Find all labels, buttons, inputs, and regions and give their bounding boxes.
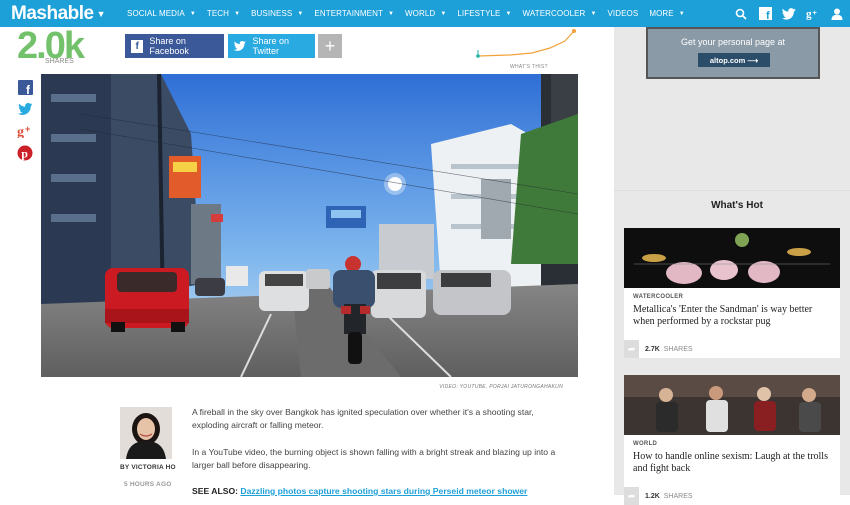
chevron-down-icon: ▼ (678, 10, 685, 17)
nav-item-label: SOCIAL MEDIA (127, 9, 185, 18)
nav-right-icons: f g + (724, 0, 844, 27)
svg-text:+: + (25, 124, 30, 134)
chevron-down-icon: ▼ (189, 10, 196, 17)
hot-card-title[interactable]: How to handle online sexism: Laugh at th… (633, 451, 832, 475)
logo-text: Mashable (11, 2, 94, 24)
whats-hot-heading: What's Hot (711, 200, 763, 211)
share-count-label: SHARES (45, 58, 74, 65)
svg-text:g: g (17, 125, 24, 138)
share-velocity-graph (476, 29, 576, 58)
twitter-icon[interactable] (14, 98, 36, 120)
nav-item-label: WATERCOOLER (522, 9, 586, 18)
nav-item-videos[interactable]: VIDEOS (607, 9, 638, 18)
chevron-down-icon: ▼ (387, 10, 395, 17)
side-share-bar: f g + p (14, 76, 36, 164)
nav-item-world[interactable]: WORLD ▼ (405, 9, 446, 18)
svg-text:f: f (766, 10, 770, 20)
svg-text:g: g (806, 9, 812, 20)
facebook-icon[interactable]: f (14, 76, 36, 98)
facebook-icon[interactable]: f (758, 7, 772, 21)
facebook-icon: f (131, 39, 144, 53)
hot-card-image[interactable] (624, 228, 840, 288)
nav-item-label: TECH (206, 9, 230, 18)
search-icon[interactable] (734, 7, 748, 21)
hot-card-1[interactable]: WATERCOOLER Metallica's 'Enter the Sandm… (624, 228, 840, 358)
chevron-down-icon: ▼ (234, 10, 241, 17)
share-more-button[interactable]: + (318, 34, 342, 58)
chevron-down-icon: ▼ (297, 10, 304, 17)
twitter-icon (234, 40, 247, 53)
share-count-label: SHARES (663, 492, 693, 500)
chevron-down-icon: ▼ (440, 10, 447, 17)
whats-this-link[interactable]: WHAT'S THIS? (510, 64, 548, 70)
author-byline[interactable]: BY VICTORIA HO (120, 464, 176, 471)
google-plus-icon[interactable]: g + (14, 120, 36, 142)
google-plus-icon[interactable]: g + (806, 7, 820, 21)
author-avatar[interactable] (120, 407, 172, 459)
pinterest-icon[interactable]: p (14, 142, 36, 164)
video-frame (41, 74, 578, 377)
share-arrow-icon[interactable]: ➦ (624, 340, 639, 358)
nav-item-lifestyle[interactable]: LIFESTYLE ▼ (457, 9, 511, 18)
nav-item-social-media[interactable]: SOCIAL MEDIA ▼ (127, 9, 196, 18)
nav-item-label: WORLD (405, 9, 436, 18)
user-icon[interactable] (830, 7, 844, 21)
share-twitter-button[interactable]: Share on Twitter (228, 34, 315, 58)
share-facebook-label: Share on Facebook (149, 36, 189, 56)
chevron-down-icon: ▼ (505, 10, 512, 17)
hot-card-category[interactable]: WORLD (633, 441, 840, 447)
nav-item-watercooler[interactable]: WATERCOOLER ▼ (523, 9, 597, 18)
nav-menu: SOCIAL MEDIA ▼ TECH ▼ BUSINESS ▼ ENTERTAINMENT… (127, 9, 696, 18)
svg-text:p: p (21, 147, 28, 161)
nav-item-label: ENTERTAINMENT (314, 9, 383, 18)
mashable-logo[interactable]: Mashable ▼ (11, 2, 106, 25)
share-facebook-button[interactable]: f Share on Facebook (125, 34, 224, 58)
nav-item-entertainment[interactable]: ENTERTAINMENT ▼ (314, 9, 394, 18)
svg-text:+: + (813, 8, 818, 17)
ad-text: Get your personal page at (680, 37, 786, 47)
nav-item-label: MORE (649, 9, 674, 18)
nav-item-business[interactable]: BUSINESS ▼ (251, 9, 303, 18)
nav-item-tech[interactable]: TECH ▼ (207, 9, 240, 18)
sidebar-divider (614, 190, 850, 191)
video-player[interactable] (41, 74, 578, 377)
video-caption: VIDEO: YOUTUBE, PORJAI JATURONGAHAKUN (439, 384, 563, 390)
nav-item-more[interactable]: MORE ▼ (649, 9, 684, 18)
twitter-icon[interactable] (782, 7, 796, 21)
article-paragraph-1: A fireball in the sky over Bangkok has i… (192, 407, 534, 430)
hot-card-image[interactable] (624, 375, 840, 435)
advertisement-banner[interactable]: Get your personal page at altop.com ⟶ (646, 27, 820, 79)
top-nav: Mashable ▼ SOCIAL MEDIA ▼ TECH ▼ BUSINESS ▼ EN… (0, 0, 850, 27)
chevron-down-icon: ▼ (590, 10, 597, 17)
nav-item-label: LIFESTYLE (457, 9, 501, 18)
hot-card-shares: 1.2K SHARES (645, 493, 693, 500)
hot-card-2[interactable]: WORLD How to handle online sexism: Laugh… (624, 375, 840, 505)
ad-button[interactable]: altop.com ⟶ (698, 53, 770, 67)
nav-item-label: BUSINESS (251, 9, 293, 18)
share-count-label: SHARES (663, 345, 693, 353)
share-twitter-label: Share on Twitter (252, 36, 289, 56)
hot-card-shares: 2.7K SHARES (645, 346, 693, 353)
share-arrow-icon[interactable]: ➦ (624, 487, 639, 505)
nav-item-label: VIDEOS (607, 9, 639, 18)
hot-card-category[interactable]: WATERCOOLER (633, 294, 840, 300)
article-paragraph-2: In a YouTube video, the burning object i… (192, 447, 556, 470)
publish-time: 5 HOURS AGO (124, 481, 172, 488)
chevron-down-icon[interactable]: ▼ (97, 9, 106, 19)
hot-card-footer: ➦ 2.7K SHARES (624, 340, 840, 358)
share-count: 1.2K (645, 492, 660, 500)
hot-card-footer: ➦ 1.2K SHARES (624, 487, 840, 505)
hot-card-title[interactable]: Metallica's 'Enter the Sandman' is way b… (633, 304, 832, 328)
share-count: 2.7K (645, 345, 660, 353)
